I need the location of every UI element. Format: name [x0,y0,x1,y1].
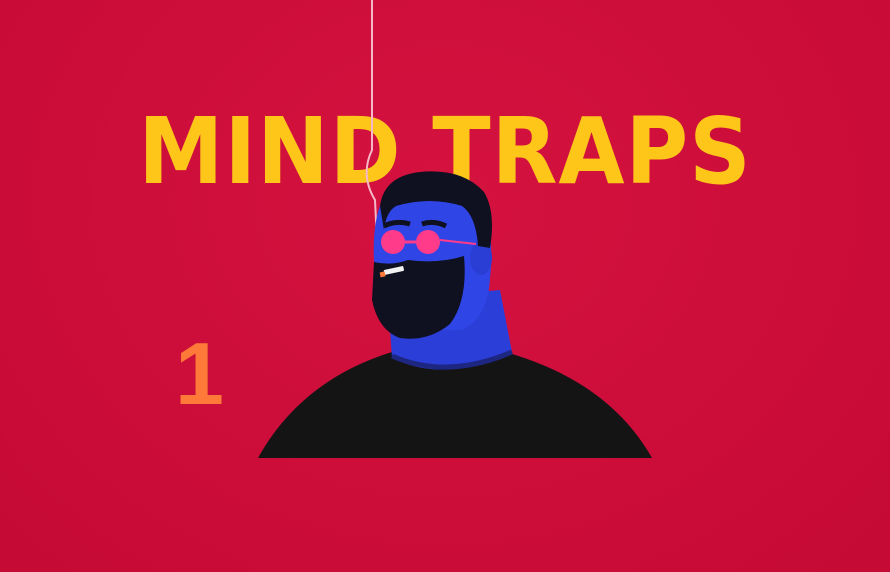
cover-canvas: MIND TRAPS 1 [0,0,890,572]
glasses-lens-left [381,230,405,254]
bearded-man-illustration [258,0,652,458]
glasses-lens-right [416,230,440,254]
